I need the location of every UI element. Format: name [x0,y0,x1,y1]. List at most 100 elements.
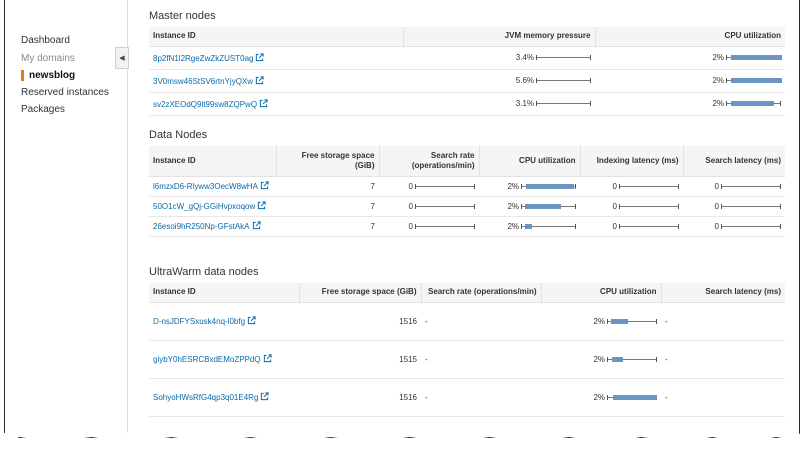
instance-id-cell: 3V0msw46StSV6rtnYjyQXw [149,69,403,93]
free-storage-value: 7 [276,196,379,217]
jvm-memory-pressure-value: 5.6% [515,76,534,85]
external-link-icon [255,75,264,84]
instance-id-link[interactable]: 8p2fN1l2RgeZwZkZUST0ag [153,54,253,63]
search-rate-sparkline: 0 [409,202,475,211]
cpu-utilization-cell: 2% [479,216,580,237]
cpu-utilization-value: 2% [712,76,724,85]
column-header-instance-id[interactable]: Instance ID [149,283,300,303]
instance-id-link[interactable]: 50O1cW_gQj-GGiHvpxoqow [153,202,255,211]
external-link-icon [260,181,269,190]
cpu-utilization-bar-fill [731,78,782,83]
table-row: giybY0hESRCBxdEMoZPPdQ 1515-2% - [149,340,785,379]
column-header-instance-id[interactable]: Instance ID [149,146,277,177]
cpu-utilization-sparkline: 2% [507,202,576,211]
column-header-search-rate[interactable]: Search rate (operations/min) [379,146,480,177]
column-header-search-latency[interactable]: Search latency (ms) [661,283,785,303]
cpu-utilization-bar-fill [613,394,657,400]
instance-id-link[interactable]: SohyoHWsRfG4qp3q01E4Rg [153,393,258,402]
external-link-icon [256,52,265,61]
column-header-free-storage[interactable]: Free storage space (GiB) [299,283,422,303]
cpu-utilization-value: 2% [507,181,519,191]
cpu-utilization-bar-fill [526,183,575,189]
external-link-icon [263,354,272,363]
column-header-cpu-utilization[interactable]: CPU utilization [595,27,785,47]
indexing-latency-value: 0 [612,201,617,211]
cpu-utilization-sparkline: 2% [712,53,782,62]
indexing-latency-cell: 0 [580,176,683,197]
instance-id-link[interactable]: l6mzxD6-Rlyww3OecW8wHA [153,182,258,191]
table-row: D-nsJDFYSxusk4nq-l0bfg 1516-2% - [149,302,785,341]
master-nodes-table: Instance ID JVM memory pressure CPU util… [149,27,785,116]
column-header-instance-id[interactable]: Instance ID [149,27,404,47]
column-header-search-latency[interactable]: Search latency (ms) [683,146,785,177]
instance-id-cell: l6mzxD6-Rlyww3OecW8wHA [149,176,276,197]
indexing-latency-value: 0 [612,181,617,191]
search-latency-bar [721,203,781,209]
column-header-cpu-utilization[interactable]: CPU utilization [479,146,581,177]
indexing-latency-value: 0 [612,221,617,231]
master-nodes-title: Master nodes [149,10,216,22]
sidebar-item-packages[interactable]: Packages [21,104,65,115]
cpu-utilization-bar-fill [731,55,782,60]
chevron-left-icon: ◀ [119,55,125,62]
instance-id-link[interactable]: sv2zXEOdQ9lt99sw8ZQPwQ [153,100,257,109]
column-header-indexing-latency[interactable]: Indexing latency (ms) [580,146,684,177]
cpu-utilization-sparkline: 2% [507,182,576,191]
jvm-memory-pressure-bar [536,78,591,83]
external-link-icon [261,392,269,401]
cpu-utilization-value: 2% [507,201,519,211]
jvm-memory-pressure-cell: 5.6% [403,69,595,93]
cpu-utilization-cell: 2% [541,302,661,341]
indexing-latency-bar [619,223,679,229]
ultrawarm-nodes-table: Instance ID Free storage space (GiB) Sea… [149,283,785,417]
indexing-latency-cell: 0 [580,216,683,237]
external-link-icon [247,316,256,325]
instance-id-cell: giybY0hESRCBxdEMoZPPdQ [149,340,299,379]
jvm-memory-pressure-value: 3.4% [515,53,534,62]
cpu-utilization-sparkline: 2% [593,393,657,402]
collapse-sidebar-button[interactable]: ◀ [115,47,129,69]
sidebar-item-my-domains[interactable]: My domains [21,53,75,64]
cpu-utilization-bar [521,183,576,189]
cpu-utilization-bar [607,356,657,362]
free-storage-value: 1516 [299,378,421,417]
instance-id-link[interactable]: 26esoi9hR250Np-GFstAkA [153,222,250,231]
cpu-utilization-bar [521,203,576,209]
cpu-utilization-bar [726,78,782,83]
cpu-utilization-value: 2% [593,354,605,364]
search-latency-value: - [661,302,785,341]
cpu-utilization-bar-fill [612,356,623,362]
cpu-utilization-cell: 2% [595,69,785,93]
instance-id-link[interactable]: giybY0hESRCBxdEMoZPPdQ [153,355,261,364]
search-rate-sparkline: 0 [409,182,475,191]
sidebar-item-newsblog[interactable]: newsblog [21,70,75,81]
search-rate-bar [415,183,475,189]
cpu-utilization-sparkline: 2% [712,76,782,85]
instance-id-cell: 8p2fN1l2RgeZwZkZUST0ag [149,46,403,70]
instance-id-cell: D-nsJDFYSxusk4nq-l0bfg [149,302,299,341]
search-rate-cell: 0 [379,196,479,217]
indexing-latency-bar [619,203,679,209]
jvm-memory-pressure-bar [536,55,591,60]
column-header-jvm-memory-pressure[interactable]: JVM memory pressure [403,27,596,47]
sidebar-item-reserved-instances[interactable]: Reserved instances [21,87,109,98]
cpu-utilization-bar [726,101,781,106]
instance-id-link[interactable]: D-nsJDFYSxusk4nq-l0bfg [153,317,245,326]
cpu-utilization-value: 2% [593,392,605,402]
cpu-utilization-sparkline: 2% [593,355,657,364]
table-row: sv2zXEOdQ9lt99sw8ZQPwQ 3.1% 2% [149,92,785,116]
indexing-latency-cell: 0 [580,196,683,217]
external-link-icon [258,201,266,210]
column-header-cpu-utilization[interactable]: CPU utilization [541,283,662,303]
cpu-utilization-bar-fill [610,318,628,324]
column-header-search-rate[interactable]: Search rate (operations/min) [421,283,542,303]
indexing-latency-bar [619,183,679,189]
jvm-memory-pressure-sparkline: 5.6% [516,76,591,85]
search-rate-value: 0 [408,221,413,231]
instance-id-link[interactable]: 3V0msw46StSV6rtnYjyQXw [153,77,253,86]
column-header-free-storage[interactable]: Free storage space (GiB) [276,146,380,177]
search-latency-cell: 0 [683,216,785,237]
search-latency-value: - [661,378,785,417]
sidebar-item-dashboard[interactable]: Dashboard [21,35,70,46]
search-latency-sparkline: 0 [715,182,781,191]
